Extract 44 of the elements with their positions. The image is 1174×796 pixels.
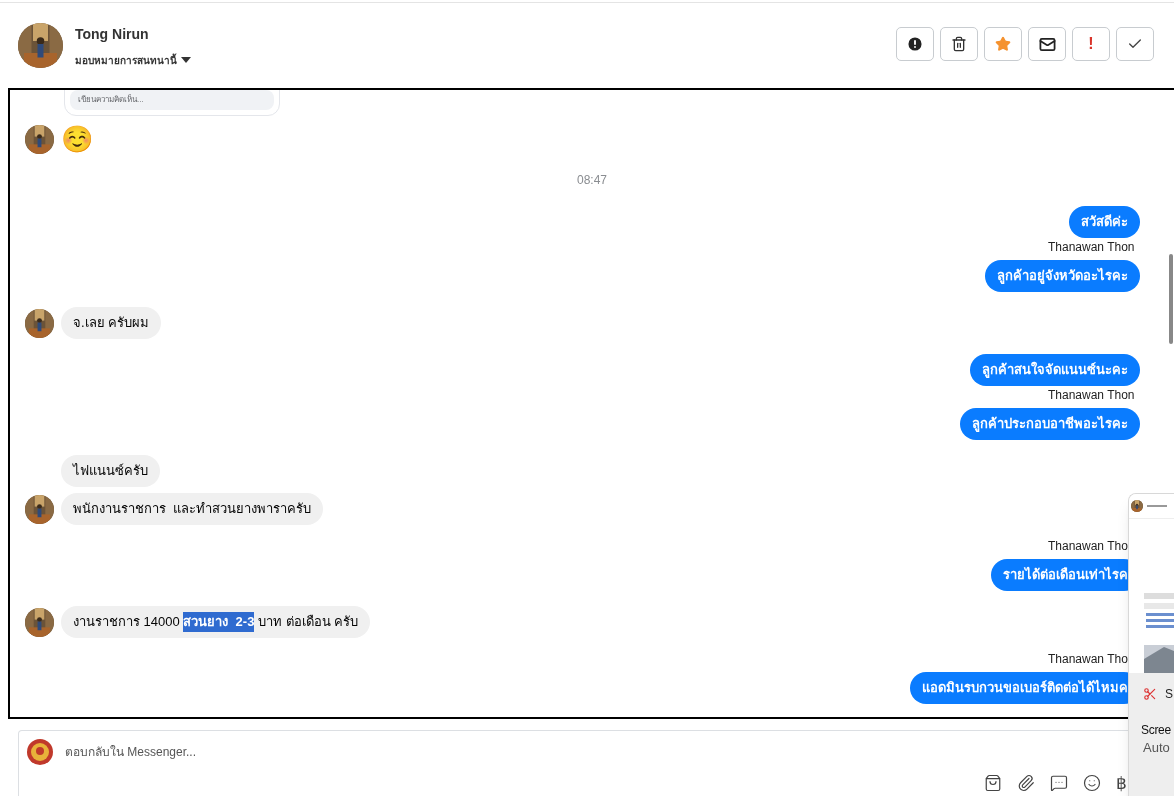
scissors-icon xyxy=(1143,687,1157,701)
envelope-icon xyxy=(1038,35,1056,53)
caret-icon xyxy=(181,57,191,63)
shopping-bag-icon[interactable] xyxy=(984,774,1002,792)
mail-button[interactable] xyxy=(1028,27,1066,61)
alert-icon xyxy=(906,35,924,53)
alert-button[interactable] xyxy=(896,27,934,61)
sender-name: Thanawan Tho xyxy=(1048,653,1128,665)
mark-important-button[interactable]: ! xyxy=(1072,27,1110,61)
comment-field[interactable]: เขียนความคิดเห็น... xyxy=(70,90,274,110)
selected-text: สวนยาง 2-3 xyxy=(183,612,255,632)
notification-panel[interactable]: S Scree Auto xyxy=(1128,493,1174,796)
trash-icon xyxy=(951,36,967,52)
app-name: S xyxy=(1165,686,1173,703)
baht-button[interactable]: ฿ xyxy=(1116,774,1127,792)
emoji-icon[interactable] xyxy=(1083,774,1101,792)
scrollbar[interactable] xyxy=(1169,254,1173,344)
notification-text: Auto xyxy=(1143,739,1171,757)
avatar-icon xyxy=(27,739,53,765)
notification-title: Scree xyxy=(1141,722,1172,739)
title-line xyxy=(1147,505,1167,507)
check-button[interactable] xyxy=(1116,27,1154,61)
message-bubble: ไฟแนนซ์ครับ xyxy=(61,455,160,487)
message-bubble: ลูกค้าประกอบอาชีพอะไรคะ xyxy=(960,408,1140,440)
sender-name: Thanawan Thon xyxy=(1048,241,1135,253)
contact-name: Tong Nirun xyxy=(75,24,150,44)
sender-name: Thanawan Tho xyxy=(1048,540,1128,552)
trash-button[interactable] xyxy=(940,27,978,61)
paperclip-icon[interactable] xyxy=(1017,774,1035,792)
reply-field[interactable]: ตอบกลับใน Messenger... xyxy=(65,743,465,761)
message-text: งานราชการ 14000 xyxy=(73,613,181,632)
star-icon xyxy=(995,36,1011,52)
timestamp: 08:47 xyxy=(577,172,607,188)
message-bubble: ลูกค้าสนใจจัดแนนซ์นะคะ xyxy=(970,354,1140,386)
message-bubble: สวัสดีค่ะ xyxy=(1069,206,1140,238)
star-button[interactable] xyxy=(984,27,1022,61)
message-text: บาท ต่อเดือน ครับ xyxy=(257,613,359,632)
message-bubble: พนักงานราชการ และทำสวนยางพาราครับ xyxy=(61,493,324,525)
emoji: ☺ xyxy=(61,124,93,154)
message-bubble: ลูกค้าอยู่จังหวัดอะไรคะ xyxy=(985,260,1140,292)
chat-icon[interactable] xyxy=(1050,774,1068,792)
sender-name: Thanawan Thon xyxy=(1048,389,1135,401)
assign-dropdown[interactable]: มอบหมายการสนทนานี้ xyxy=(75,52,191,68)
message-bubble: จ.เลย ครับผม xyxy=(61,307,162,339)
